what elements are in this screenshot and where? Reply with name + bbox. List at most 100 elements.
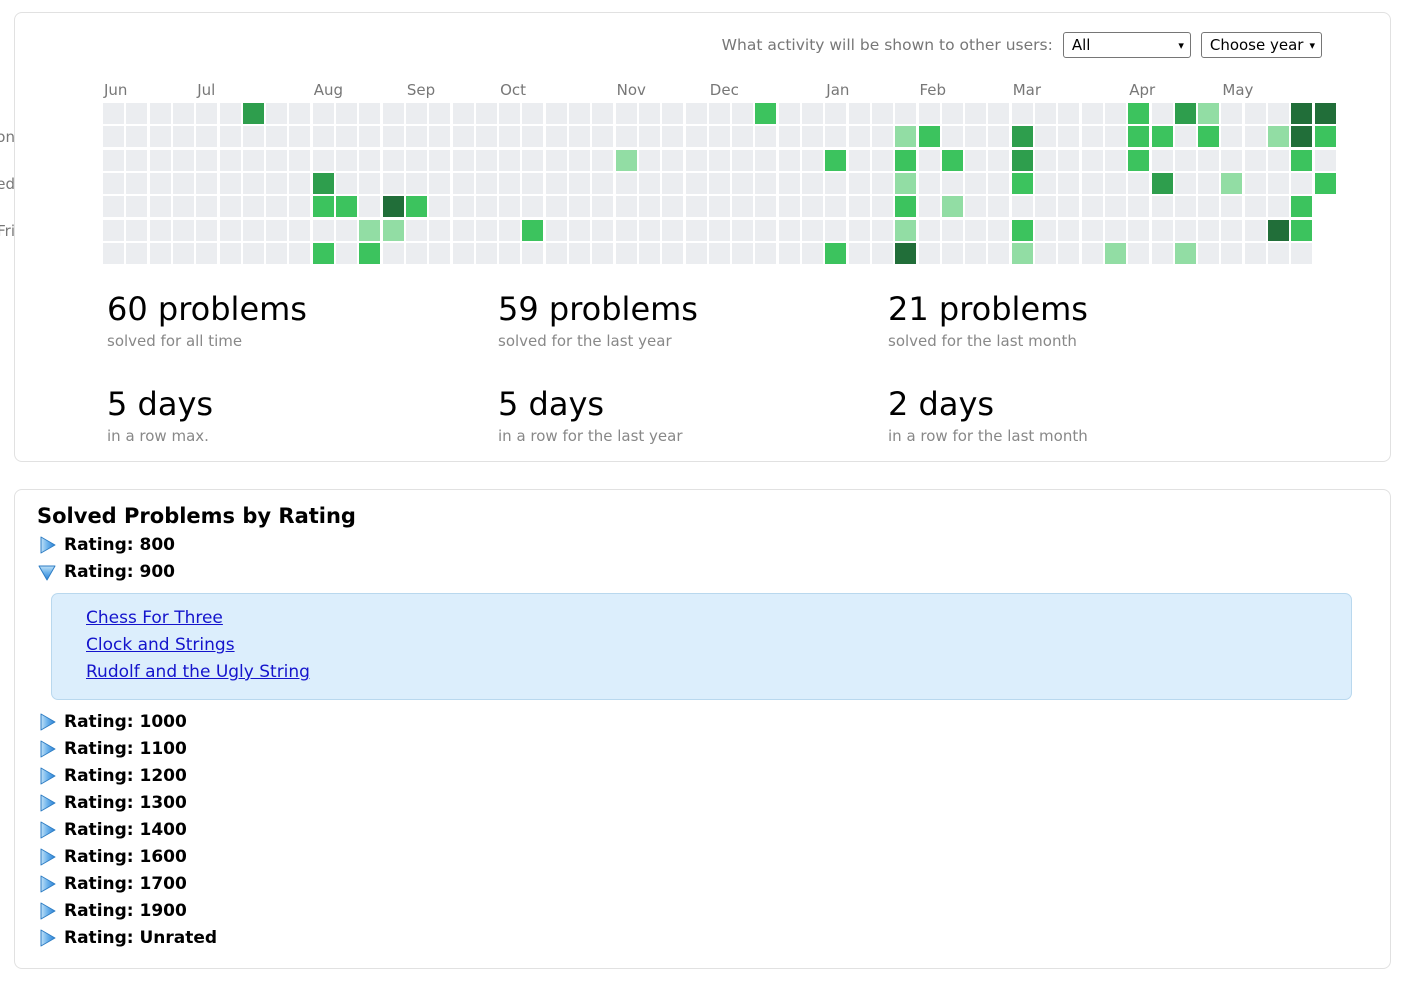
heatmap-cell[interactable] (1035, 126, 1056, 148)
heatmap-cell[interactable] (499, 126, 521, 148)
heatmap-cell[interactable] (685, 149, 707, 171)
heatmap-cell[interactable] (988, 149, 1010, 171)
heatmap-cell[interactable] (405, 103, 427, 124)
heatmap-cell[interactable] (778, 172, 800, 194)
heatmap-cell[interactable] (266, 149, 288, 171)
heatmap-cell[interactable] (522, 196, 544, 218)
heatmap-cell[interactable] (242, 219, 264, 241)
heatmap-cell[interactable] (778, 126, 800, 148)
heatmap-cell[interactable] (1244, 172, 1266, 194)
heatmap-cell[interactable] (126, 196, 148, 218)
heatmap-cell[interactable] (452, 172, 474, 194)
heatmap-cell[interactable] (196, 219, 218, 241)
heatmap-cell[interactable] (429, 172, 451, 194)
heatmap-cell[interactable] (475, 242, 497, 264)
heatmap-cell[interactable] (499, 103, 521, 124)
heatmap-cell[interactable] (569, 219, 590, 241)
heatmap-cell[interactable] (1314, 172, 1336, 194)
heatmap-cell[interactable] (592, 242, 614, 264)
heatmap-cell[interactable] (429, 126, 451, 148)
heatmap-cell[interactable] (802, 126, 823, 148)
heatmap-cell[interactable] (848, 242, 870, 264)
heatmap-cell[interactable] (941, 126, 963, 148)
heatmap-cell[interactable] (848, 219, 870, 241)
heatmap-cell[interactable] (1058, 103, 1080, 124)
heatmap-cell[interactable] (475, 149, 497, 171)
heatmap-cell[interactable] (965, 196, 987, 218)
heatmap-cell[interactable] (1221, 196, 1243, 218)
heatmap-cell[interactable] (336, 219, 357, 241)
heatmap-cell[interactable] (755, 219, 777, 241)
heatmap-cell[interactable] (382, 103, 404, 124)
heatmap-cell[interactable] (778, 149, 800, 171)
rating-group-toggle[interactable]: Rating: 1300 (37, 789, 1390, 816)
heatmap-cell[interactable] (1011, 196, 1033, 218)
heatmap-cell[interactable] (545, 149, 567, 171)
heatmap-cell[interactable] (289, 196, 311, 218)
rating-group-toggle[interactable]: Rating: 800 (37, 531, 1390, 558)
triangle-right-icon[interactable] (37, 928, 57, 948)
heatmap-cell[interactable] (126, 149, 148, 171)
heatmap-cell[interactable] (126, 103, 148, 124)
heatmap-cell[interactable] (615, 196, 637, 218)
heatmap-cell[interactable] (1035, 196, 1056, 218)
heatmap-cell[interactable] (1174, 126, 1196, 148)
heatmap-cell[interactable] (871, 196, 893, 218)
heatmap-cell[interactable] (1268, 149, 1289, 171)
heatmap-cell[interactable] (802, 149, 823, 171)
heatmap-cell[interactable] (1058, 242, 1080, 264)
heatmap-cell[interactable] (1268, 172, 1289, 194)
heatmap-cell[interactable] (895, 196, 917, 218)
heatmap-cell[interactable] (1128, 149, 1150, 171)
heatmap-cell[interactable] (1035, 242, 1056, 264)
heatmap-cell[interactable] (1035, 103, 1056, 124)
heatmap-cell[interactable] (382, 126, 404, 148)
heatmap-cell[interactable] (638, 219, 660, 241)
heatmap-cell[interactable] (918, 126, 940, 148)
heatmap-cell[interactable] (708, 103, 730, 124)
heatmap-cell[interactable] (1268, 196, 1289, 218)
heatmap-cell[interactable] (662, 219, 684, 241)
heatmap-cell[interactable] (732, 126, 754, 148)
heatmap-cell[interactable] (592, 172, 614, 194)
heatmap-cell[interactable] (475, 172, 497, 194)
heatmap-cell[interactable] (988, 126, 1010, 148)
choose-year-button[interactable]: Choose year ▾ (1200, 32, 1322, 58)
heatmap-cell[interactable] (708, 149, 730, 171)
heatmap-cell[interactable] (219, 219, 241, 241)
heatmap-cell[interactable] (126, 242, 148, 264)
heatmap-cell[interactable] (336, 196, 357, 218)
heatmap-cell[interactable] (918, 196, 940, 218)
heatmap-cell[interactable] (988, 172, 1010, 194)
heatmap-cell[interactable] (918, 149, 940, 171)
heatmap-cell[interactable] (918, 242, 940, 264)
heatmap-cell[interactable] (755, 103, 777, 124)
heatmap-cell[interactable] (103, 219, 124, 241)
heatmap-cell[interactable] (196, 126, 218, 148)
heatmap-cell[interactable] (708, 196, 730, 218)
heatmap-cell[interactable] (1128, 172, 1150, 194)
heatmap-cell[interactable] (1104, 126, 1126, 148)
heatmap-cell[interactable] (1151, 172, 1173, 194)
heatmap-cell[interactable] (755, 149, 777, 171)
heatmap-cell[interactable] (336, 126, 357, 148)
heatmap-cell[interactable] (289, 149, 311, 171)
heatmap-cell[interactable] (452, 126, 474, 148)
rating-group-toggle[interactable]: Rating: 900 (37, 558, 1390, 585)
heatmap-cell[interactable] (848, 126, 870, 148)
heatmap-cell[interactable] (569, 196, 590, 218)
heatmap-cell[interactable] (1291, 172, 1313, 194)
heatmap-cell[interactable] (1221, 219, 1243, 241)
heatmap-cell[interactable] (196, 103, 218, 124)
heatmap-cell[interactable] (359, 149, 381, 171)
heatmap-cell[interactable] (452, 196, 474, 218)
heatmap-cell[interactable] (615, 219, 637, 241)
heatmap-cell[interactable] (592, 219, 614, 241)
triangle-right-icon[interactable] (37, 901, 57, 921)
heatmap-cell[interactable] (1151, 219, 1173, 241)
heatmap-cell[interactable] (732, 172, 754, 194)
heatmap-cell[interactable] (895, 103, 917, 124)
heatmap-cell[interactable] (871, 172, 893, 194)
heatmap-cell[interactable] (755, 126, 777, 148)
activity-filter-select[interactable]: All ▾ (1062, 32, 1191, 58)
